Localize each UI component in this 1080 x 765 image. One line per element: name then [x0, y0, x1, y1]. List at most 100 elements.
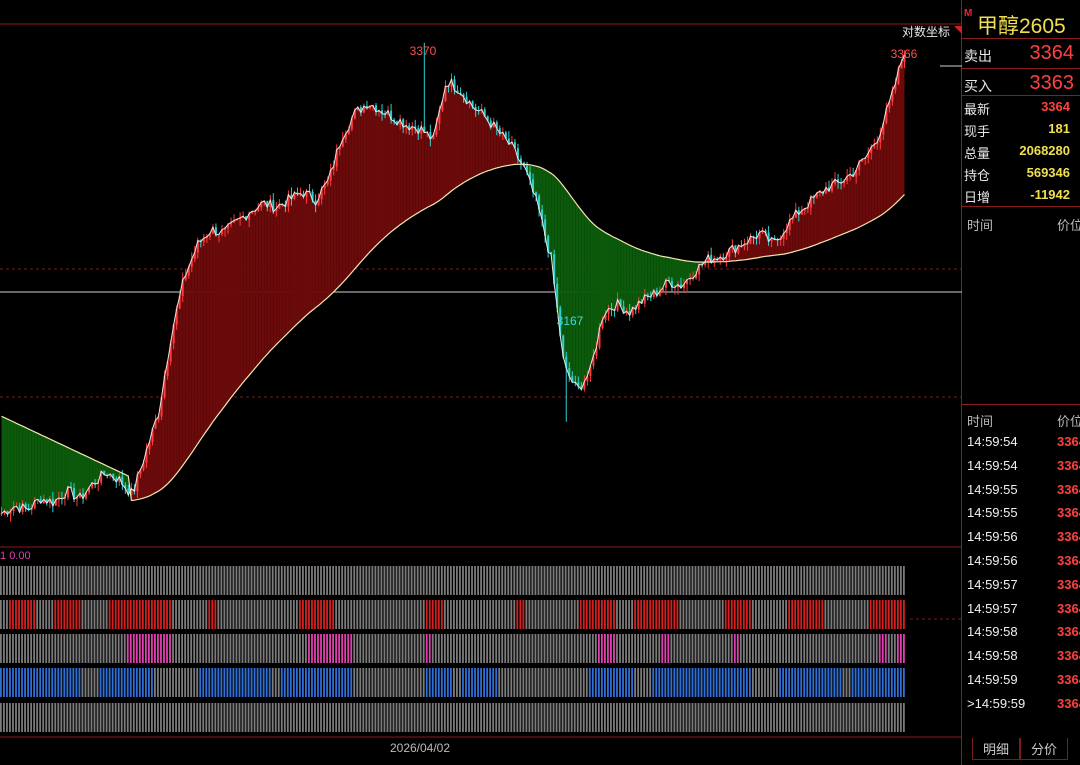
band-bar [465, 703, 467, 732]
band-bar [748, 634, 751, 663]
band-bar [658, 600, 661, 629]
band-bar [317, 668, 319, 697]
band-bar [87, 566, 90, 595]
band-bar [658, 668, 661, 697]
fill-segment [255, 207, 259, 369]
band-bar [519, 566, 522, 595]
band-bar [860, 634, 863, 663]
band-bar [317, 566, 319, 595]
band-bar [836, 703, 839, 732]
tick-row[interactable]: 14:59:593364 [962, 669, 1080, 691]
band-bar [235, 634, 238, 663]
band-bar [543, 566, 546, 595]
band-bar [223, 703, 226, 732]
band-bar [27, 600, 29, 629]
band-bar [36, 703, 39, 732]
band-bar [154, 600, 156, 629]
band-bar [416, 668, 419, 697]
symbol-name[interactable]: 甲醇2605 [977, 10, 1066, 40]
band-bar [471, 566, 473, 595]
band-bar [619, 566, 621, 595]
band-bar [172, 668, 174, 697]
band-bar [875, 634, 878, 663]
band-bar [199, 634, 202, 663]
band-bar [703, 566, 706, 595]
band-bar [812, 600, 815, 629]
band-bar [706, 634, 709, 663]
band-bar [845, 566, 848, 595]
fill-segment [599, 228, 603, 329]
band-bar [380, 634, 383, 663]
band-bar [422, 703, 425, 732]
band-bar [564, 566, 567, 595]
tick-row[interactable]: >14:59:593364 [962, 693, 1080, 715]
band-bar [39, 703, 42, 732]
band-bar [238, 668, 241, 697]
band-bar [413, 566, 416, 595]
band-bar [422, 566, 425, 595]
tick-row[interactable]: 14:59:573364 [962, 574, 1080, 596]
band-bar [256, 600, 259, 629]
band-bar [226, 566, 229, 595]
band-bar [314, 668, 316, 697]
fill-segment [234, 219, 238, 394]
tick-row[interactable]: 14:59:583364 [962, 645, 1080, 667]
tab-price-distribution[interactable]: 分价 [1020, 738, 1068, 760]
band-bar [229, 566, 232, 595]
band-bar [208, 668, 211, 697]
band-bar [643, 634, 646, 663]
band-bar [117, 634, 120, 663]
tick-row[interactable]: 14:59:563364 [962, 526, 1080, 548]
band-bar [196, 668, 199, 697]
band-bar [422, 600, 425, 629]
band-bar [199, 668, 202, 697]
tick-row[interactable]: 14:59:543364 [962, 431, 1080, 453]
fill-segment [391, 119, 395, 232]
tick-row[interactable]: 14:59:543364 [962, 455, 1080, 477]
band-bar [703, 703, 706, 732]
band-bar [75, 668, 78, 697]
tick-row[interactable]: 14:59:563364 [962, 550, 1080, 572]
band-bar [413, 668, 416, 697]
band-bar [350, 566, 353, 595]
tab-details[interactable]: 明细 [972, 738, 1020, 760]
band-bar [274, 703, 277, 732]
band-bar [634, 668, 637, 697]
band-bar [549, 600, 552, 629]
band-bar [513, 668, 516, 697]
band-bar [184, 600, 187, 629]
band-bar [398, 634, 401, 663]
kline-chart[interactable]: 对数坐标 3370 3167 3366 2026/04/02 1 0.00 [0, 0, 962, 765]
band-bar [634, 703, 637, 732]
band-bar [570, 703, 573, 732]
band-bar [836, 566, 839, 595]
tick-row[interactable]: 14:59:583364 [962, 621, 1080, 643]
band-bar [794, 566, 797, 595]
scale-mode-label[interactable]: 对数坐标 [902, 24, 950, 39]
band-bar [135, 566, 138, 595]
band-bar [335, 566, 338, 595]
fill-segment [228, 222, 232, 402]
band-bar [836, 634, 839, 663]
band-bar [655, 600, 658, 629]
band-bar [456, 703, 458, 732]
fill-segment [291, 192, 295, 330]
tick-row[interactable]: 14:59:553364 [962, 502, 1080, 524]
band-bar [543, 703, 546, 732]
tick-row[interactable]: 14:59:553364 [962, 479, 1080, 501]
tick-row[interactable]: 14:59:573364 [962, 598, 1080, 620]
band-bar [220, 600, 223, 629]
band-bar [132, 634, 135, 663]
band-bar [120, 703, 123, 732]
band-bar [619, 703, 621, 732]
band-bar [881, 634, 884, 663]
band-bar [413, 600, 416, 629]
band-bar [736, 703, 739, 732]
band-bar [443, 566, 446, 595]
band-bar [567, 566, 570, 595]
band-bar [582, 634, 585, 663]
band-bar [474, 600, 476, 629]
band-bar [567, 668, 570, 697]
band-bar [135, 600, 138, 629]
fill-segment [197, 240, 201, 444]
